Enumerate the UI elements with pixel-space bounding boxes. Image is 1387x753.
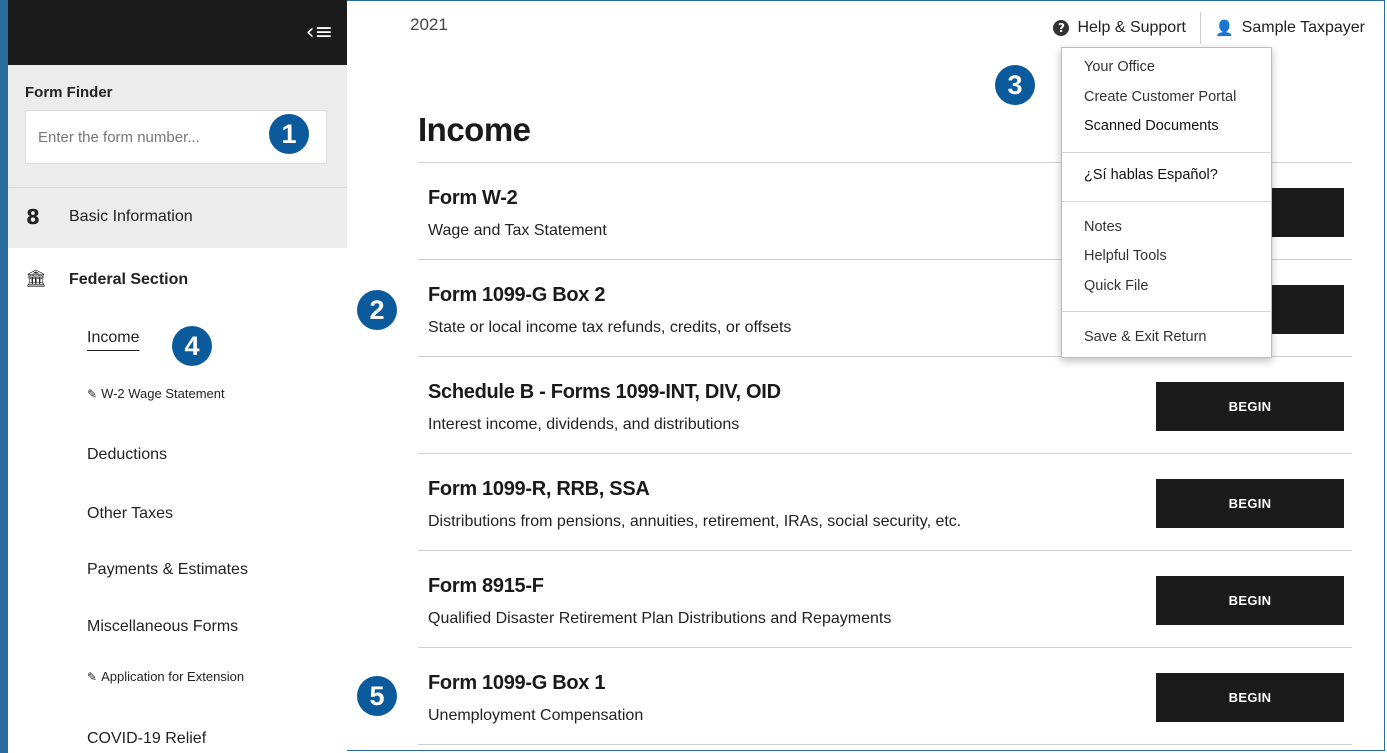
sidebar-item-label: Miscellaneous Forms bbox=[87, 618, 239, 635]
paperclip-icon: ✎ bbox=[87, 387, 98, 401]
sidebar-item-covid-19-relief[interactable]: COVID-19 Relief bbox=[87, 730, 206, 748]
user-account-button[interactable]: 👤 Sample Taxpayer bbox=[1201, 10, 1379, 46]
sidebar-item-w2-wage-statement[interactable]: ✎ W-2 Wage Statement bbox=[87, 386, 225, 401]
form-description: State or local income tax refunds, credi… bbox=[428, 319, 792, 336]
menu-divider bbox=[1062, 201, 1271, 202]
sidebar-item-label: Basic Information bbox=[69, 208, 193, 225]
form-title: Form 1099-R, RRB, SSA bbox=[428, 478, 650, 500]
menu-divider bbox=[1062, 311, 1271, 312]
form-description: Wage and Tax Statement bbox=[428, 222, 607, 239]
callout-badge-4: 4 bbox=[172, 326, 212, 366]
form-description: Distributions from pensions, annuities, … bbox=[428, 513, 962, 530]
form-row-1099r: Form 1099-R, RRB, SSA Distributions from… bbox=[418, 454, 1352, 551]
callout-badge-1: 1 bbox=[269, 114, 309, 154]
sidebar-header: ‹≡ bbox=[8, 0, 347, 65]
sidebar-item-label: COVID-19 Relief bbox=[87, 730, 207, 747]
help-support-label: Help & Support bbox=[1077, 19, 1186, 36]
sidebar-item-application-for-extension[interactable]: ✎ Application for Extension bbox=[87, 669, 244, 684]
menu-item-scanned-documents[interactable]: Scanned Documents bbox=[1084, 118, 1219, 134]
sidebar-item-basic-information[interactable]: 8 Basic Information bbox=[8, 187, 347, 248]
sidebar: ‹≡ Form Finder 8 Basic Information 🏛 Fed… bbox=[8, 0, 347, 753]
menu-item-quick-file[interactable]: Quick File bbox=[1084, 278, 1148, 294]
form-row-8915f: Form 8915-F Qualified Disaster Retiremen… bbox=[418, 551, 1352, 648]
menu-item-save-exit-return[interactable]: Save & Exit Return bbox=[1084, 329, 1207, 345]
user-icon: 👤 bbox=[1214, 19, 1234, 37]
sidebar-item-label: Deductions bbox=[87, 446, 168, 463]
sidebar-item-deductions[interactable]: Deductions bbox=[87, 446, 167, 464]
begin-button[interactable]: BEGIN bbox=[1156, 673, 1344, 722]
form-description: Qualified Disaster Retirement Plan Distr… bbox=[428, 610, 892, 627]
form-title: Form 1099-G Box 1 bbox=[428, 672, 606, 694]
sidebar-item-income[interactable]: Income bbox=[87, 329, 139, 347]
sidebar-item-label: Other Taxes bbox=[87, 505, 173, 522]
tax-year: 2021 bbox=[410, 15, 448, 34]
sidebar-item-label: Application for Extension bbox=[101, 669, 245, 684]
form-title: Schedule B - Forms 1099-INT, DIV, OID bbox=[428, 381, 781, 403]
government-building-icon: 🏛 bbox=[25, 269, 47, 289]
menu-item-helpful-tools[interactable]: Helpful Tools bbox=[1084, 248, 1167, 264]
begin-button[interactable]: BEGIN bbox=[1156, 576, 1344, 625]
form-finder-label: Form Finder bbox=[25, 84, 113, 101]
sidebar-item-payments-estimates[interactable]: Payments & Estimates bbox=[87, 561, 248, 579]
person-info-icon: 8 bbox=[26, 205, 40, 229]
collapse-sidebar-icon[interactable]: ‹≡ bbox=[306, 20, 333, 46]
sidebar-item-other-taxes[interactable]: Other Taxes bbox=[87, 505, 173, 523]
sidebar-item-miscellaneous-forms[interactable]: Miscellaneous Forms bbox=[87, 618, 238, 636]
menu-item-create-customer-portal[interactable]: Create Customer Portal bbox=[1084, 89, 1236, 105]
menu-item-spanish[interactable]: ¿Sí hablas Español? bbox=[1084, 167, 1218, 183]
sidebar-item-label: Federal Section bbox=[69, 271, 189, 288]
divider bbox=[418, 744, 1352, 745]
form-row-1099g-box1: Form 1099-G Box 1 Unemployment Compensat… bbox=[418, 648, 1352, 745]
form-row-schedule-b: Schedule B - Forms 1099-INT, DIV, OID In… bbox=[418, 357, 1352, 454]
begin-button[interactable]: BEGIN bbox=[1156, 479, 1344, 528]
callout-badge-2: 2 bbox=[357, 290, 397, 330]
begin-button[interactable]: BEGIN bbox=[1156, 382, 1344, 431]
sidebar-item-label: Payments & Estimates bbox=[87, 561, 248, 578]
menu-item-notes[interactable]: Notes bbox=[1084, 219, 1122, 235]
form-title: Form 1099-G Box 2 bbox=[428, 284, 606, 306]
form-description: Unemployment Compensation bbox=[428, 707, 644, 724]
callout-badge-3: 3 bbox=[995, 65, 1035, 105]
user-name-label: Sample Taxpayer bbox=[1241, 19, 1365, 36]
form-title: Form 8915-F bbox=[428, 575, 544, 597]
sidebar-item-federal-section[interactable]: 🏛 Federal Section bbox=[8, 258, 347, 298]
callout-badge-5: 5 bbox=[357, 676, 397, 716]
page-title: Income bbox=[418, 111, 531, 148]
menu-item-your-office[interactable]: Your Office bbox=[1084, 59, 1155, 75]
form-description: Interest income, dividends, and distribu… bbox=[428, 416, 740, 433]
top-nav: ? Help & Support 👤 Sample Taxpayer bbox=[1039, 10, 1379, 46]
sidebar-item-label: Income bbox=[87, 329, 140, 346]
question-circle-icon: ? bbox=[1053, 20, 1070, 36]
form-title: Form W-2 bbox=[428, 187, 518, 209]
help-support-button[interactable]: ? Help & Support bbox=[1039, 10, 1200, 46]
paperclip-icon: ✎ bbox=[87, 670, 98, 684]
help-support-dropdown: Your Office Create Customer Portal Scann… bbox=[1061, 47, 1272, 358]
sidebar-item-label: W-2 Wage Statement bbox=[101, 386, 225, 401]
menu-divider bbox=[1062, 152, 1271, 153]
